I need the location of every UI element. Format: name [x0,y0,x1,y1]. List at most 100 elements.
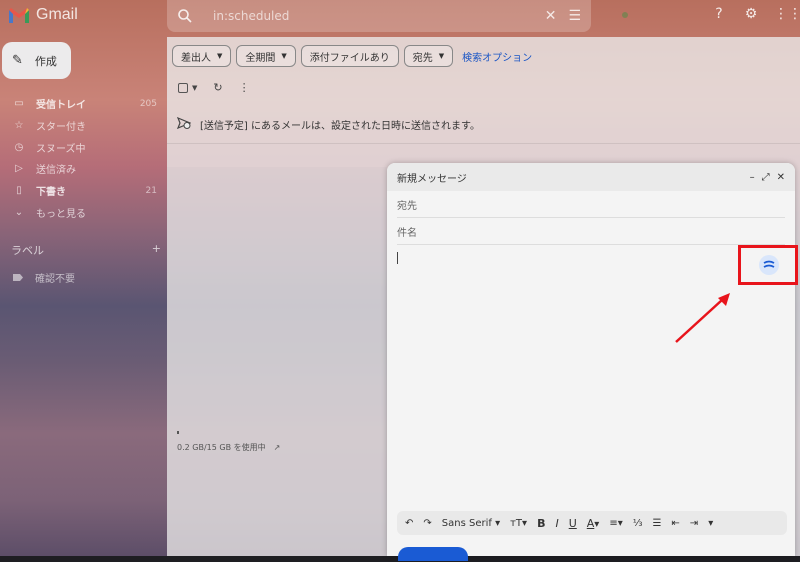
notice-text: [送信予定] にあるメールは、設定された日時に送信されます。 [200,121,480,132]
sidebar-nav: ▭ 受信トレイ 205 ☆ スター付き ◷ スヌーズ中 ▷ 送信済み ▯ 下書き… [0,93,165,223]
sidebar-item-label: スヌーズ中 [36,143,86,155]
close-icon[interactable]: ✕ [777,172,785,183]
compose-window: 新規メッセージ – ⤢ ✕ 宛先 件名 ↶ ↷ Sans Serif ▾ тT▾… [387,163,795,561]
align-icon[interactable]: ≡▾ [609,518,622,529]
dropdown-arrow-icon: ▼ [438,52,445,60]
select-all-checkbox[interactable]: ▼ [178,82,198,93]
draft-count: 21 [145,185,157,196]
to-field[interactable]: 宛先 [397,191,785,218]
storage-bar [177,431,179,434]
status-indicator [622,12,628,18]
chip-label: 全期間 [245,52,276,64]
chevron-down-icon: ⌄ [14,206,24,218]
label-name: 確認不要 [35,274,75,285]
filter-chip-attachment[interactable]: 添付ファイルあり [300,45,399,67]
sidebar-item-more[interactable]: ⌄ もっと見る [0,201,165,223]
numbered-list-icon[interactable]: ⅓ [633,518,643,529]
refresh-icon[interactable]: ↻ [213,81,222,94]
dropdown-arrow-icon: ▼ [192,83,198,92]
formatting-toolbar: ↶ ↷ Sans Serif ▾ тT▾ B I U A▾ ≡▾ ⅓ ☰ ⇤ ⇥… [397,511,787,535]
filter-chip-from[interactable]: 差出人 ▼ [172,45,232,67]
sidebar-item-snoozed[interactable]: ◷ スヌーズ中 [0,136,165,158]
dropdown-arrow-icon: ▼ [281,52,287,60]
open-external-icon[interactable]: ↗ [274,443,281,452]
italic-icon[interactable]: I [555,517,558,530]
compose-window-controls: – ⤢ ✕ [750,172,785,183]
bold-icon[interactable]: B [537,517,545,530]
expand-icon[interactable]: ⤢ [762,172,770,183]
sidebar-item-drafts[interactable]: ▯ 下書き 21 [0,180,165,202]
dropdown-arrow-icon: ▼ [217,52,223,60]
labels-title: ラベル [11,244,44,257]
sidebar-item-sent[interactable]: ▷ 送信済み [0,158,165,180]
gmail-logo[interactable]: Gmail [8,6,78,24]
sidebar-item-label: もっと見る [36,208,86,220]
app-name: Gmail [36,6,78,23]
minimize-icon[interactable]: – [750,172,755,183]
header-actions: ? ⚙ ⋮⋮ [710,6,800,22]
subject-field[interactable]: 件名 [397,218,785,245]
font-label: Sans Serif [441,517,492,529]
add-label-icon[interactable]: + [152,242,161,258]
scheduled-notice: [送信予定] にあるメールは、設定された日時に送信されます。 [176,116,480,132]
compose-header[interactable]: 新規メッセージ – ⤢ ✕ [387,163,795,191]
more-formatting-icon[interactable]: ▾ [708,518,713,529]
undo-icon[interactable]: ↶ [405,518,413,529]
more-vert-icon[interactable]: ⋮ [239,81,250,94]
sidebar-item-label: スター付き [36,122,86,134]
inbox-icon: ▭ [14,98,24,110]
gmail-m-icon [8,7,30,24]
draft-icon: ▯ [16,185,22,197]
font-select[interactable]: Sans Serif ▾ [442,518,500,529]
filter-chip-date[interactable]: 全期間 ▼ [236,45,296,67]
sidebar-item-inbox[interactable]: ▭ 受信トレイ 205 [0,93,165,115]
search-options-icon[interactable]: ☰ [568,8,581,24]
unread-count: 205 [139,98,157,109]
checkbox-icon [178,82,188,93]
advanced-search-link[interactable]: 検索オプション [462,49,532,64]
storage-info: 0.2 GB/15 GB を使用中 ↗ [177,442,280,453]
text-cursor [397,252,398,264]
search-icon[interactable] [177,8,193,24]
apps-grid-icon[interactable]: ⋮⋮ [774,6,800,22]
sidebar-label-item[interactable]: 確認不要 [13,270,75,285]
labels-header: ラベル + [11,242,161,258]
search-filter-chips: 差出人 ▼ 全期間 ▼ 添付ファイルあり 宛先 ▼ 検索オプション [172,45,532,67]
sidebar-item-label: 下書き [36,187,66,199]
sidebar-item-label: 受信トレイ [36,100,86,112]
chip-label: 添付ファイルあり [309,52,390,64]
scheduled-send-icon [176,116,192,132]
chip-label: 差出人 [181,52,211,64]
sidebar-item-starred[interactable]: ☆ スター付き [0,115,165,137]
send-icon: ▷ [15,163,23,175]
message-list-area [167,167,387,556]
filter-chip-to[interactable]: 宛先 ▼ [403,45,454,67]
bulleted-list-icon[interactable]: ☰ [652,518,661,529]
indent-more-icon[interactable]: ⇥ [690,518,698,529]
clear-search-icon[interactable]: ✕ [545,8,557,24]
indent-less-icon[interactable]: ⇤ [671,518,679,529]
compose-button[interactable]: ✎ 作成 [2,42,71,79]
search-bar[interactable]: in:scheduled ✕ ☰ [167,0,591,32]
annotation-arrow-icon [675,293,730,343]
redo-icon[interactable]: ↷ [423,518,431,529]
list-toolbar: ▼ ↻ ⋮ [178,81,250,94]
pencil-icon: ✎ [12,53,23,68]
compose-title: 新規メッセージ [397,173,467,185]
annotation-highlight-box [738,245,798,285]
font-size-icon[interactable]: тT▾ [510,518,527,529]
compose-label: 作成 [34,54,57,68]
text-color-icon[interactable]: A▾ [587,517,600,530]
storage-text: 0.2 GB/15 GB を使用中 [177,443,266,452]
send-button[interactable] [398,547,468,561]
chip-label: 宛先 [412,52,433,64]
clock-icon: ◷ [14,141,24,153]
settings-gear-icon[interactable]: ⚙ [742,6,760,22]
underline-icon[interactable]: U [569,517,577,530]
to-placeholder: 宛先 [397,200,417,212]
help-icon[interactable]: ? [710,6,728,22]
search-input[interactable]: in:scheduled [213,9,533,23]
divider [167,143,800,144]
sidebar-item-label: 送信済み [36,165,76,177]
star-icon: ☆ [14,120,24,132]
